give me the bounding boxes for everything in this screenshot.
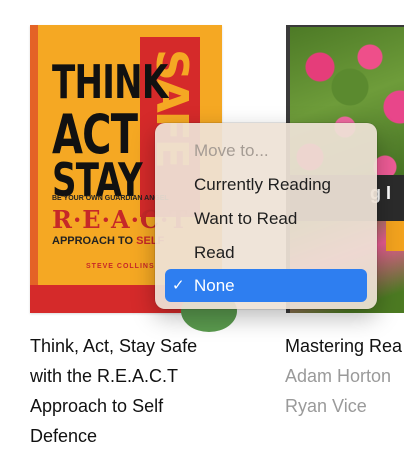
- book-author[interactable]: Ryan Vice: [285, 391, 367, 421]
- menu-item-currently-reading[interactable]: Currently Reading: [165, 168, 367, 201]
- cover-stripe: [30, 25, 38, 313]
- cover-approach-text: APPROACH TO: [52, 235, 134, 247]
- menu-header-move-to: Move to...: [194, 141, 269, 160]
- menu-item-want-to-read[interactable]: Want to Read: [165, 202, 367, 235]
- cover-line-think: THINK: [52, 55, 168, 109]
- book-title[interactable]: Think, Act, Stay Safe with the R.E.A.C.T…: [30, 331, 230, 451]
- cover-author: STEVE COLLINS: [86, 263, 155, 270]
- move-to-menu: Move to... Currently Reading Want to Rea…: [155, 123, 377, 309]
- menu-item-none-label: None: [194, 276, 235, 295]
- checkmark-icon: ✓: [172, 277, 185, 294]
- cover-orange-block: [386, 221, 404, 251]
- book-author[interactable]: Adam Horton: [285, 361, 391, 391]
- cover-approach: APPROACH TO SELF: [52, 235, 164, 247]
- menu-item-read[interactable]: Read: [165, 236, 367, 269]
- book-title[interactable]: Mastering Rea: [285, 331, 404, 361]
- menu-item-none[interactable]: ✓ None: [165, 269, 367, 302]
- cover-tagline: BE YOUR OWN GUARDIAN ANGEL: [52, 195, 169, 202]
